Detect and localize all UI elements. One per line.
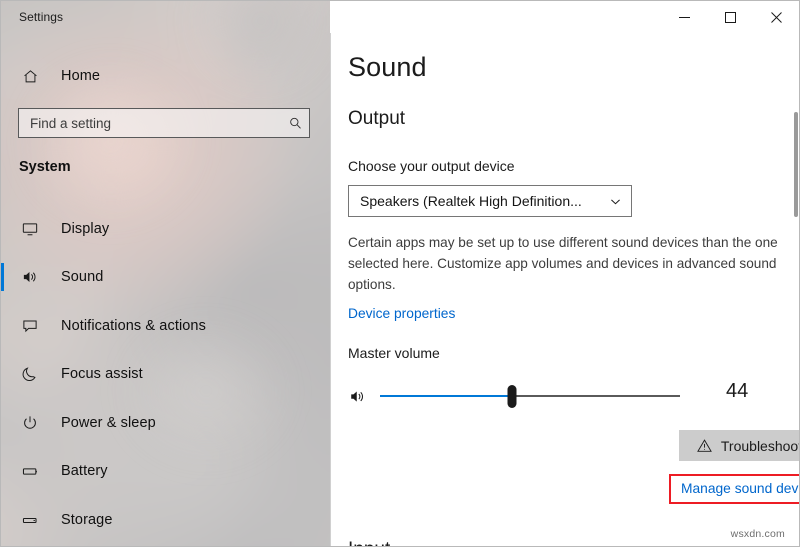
- monitor-icon: [15, 220, 45, 238]
- main-content-pane: Sound Output Choose your output device S…: [330, 1, 799, 546]
- sidebar-item-home[interactable]: Home: [1, 54, 330, 98]
- sidebar-item-notifications-and-actions[interactable]: Notifications & actions: [1, 304, 330, 348]
- sidebar-item-storage[interactable]: Storage: [1, 498, 330, 542]
- sidebar-item-label: Battery: [61, 463, 108, 479]
- sidebar-item-sound[interactable]: Sound: [1, 255, 330, 299]
- master-volume-row: [348, 379, 778, 413]
- output-device-label: Choose your output device: [348, 158, 515, 174]
- sidebar-item-power-and-sleep[interactable]: Power & sleep: [1, 401, 330, 445]
- sidebar-item-display[interactable]: Display: [1, 207, 330, 251]
- troubleshoot-button-label: Troubleshoot: [720, 437, 800, 454]
- sidebar-item-label: Home: [61, 68, 101, 84]
- drive-icon: [15, 511, 45, 530]
- master-volume-label: Master volume: [348, 345, 440, 361]
- sidebar-item-label: Power & sleep: [61, 415, 156, 431]
- speaker-icon: [15, 268, 45, 286]
- input-section-title: Input: [348, 539, 390, 546]
- output-section-title: Output: [348, 108, 406, 129]
- selected-indicator: [1, 263, 4, 291]
- power-icon: [15, 414, 45, 432]
- troubleshoot-button[interactable]: Troubleshoot: [679, 430, 800, 461]
- device-properties-link[interactable]: Device properties: [348, 306, 455, 321]
- main-scrollbar[interactable]: [792, 34, 799, 546]
- sidebar-item-focus-assist[interactable]: Focus assist: [1, 352, 330, 396]
- manage-sound-devices-link[interactable]: Manage sound devices: [681, 481, 799, 496]
- sidebar-item-label: Display: [61, 221, 110, 237]
- minimize-button[interactable]: [661, 1, 707, 33]
- highlight-box: Manage sound devices: [669, 474, 799, 504]
- page-title: Sound: [348, 52, 427, 82]
- main-scrollbar-thumb[interactable]: [794, 112, 798, 217]
- maximize-button[interactable]: [707, 1, 753, 33]
- sidebar-item-label: Storage: [61, 512, 113, 528]
- output-device-selected-value: Speakers (Realtek High Definition...: [360, 193, 582, 209]
- warning-triangle-icon: [697, 438, 712, 453]
- chevron-down-icon: [609, 195, 622, 208]
- chat-bubble-icon: [15, 317, 45, 335]
- sidebar: Settings Home Find a setting System Disp…: [1, 1, 330, 546]
- speaker-icon[interactable]: [348, 387, 376, 406]
- master-volume-value: 44: [726, 380, 749, 402]
- search-setting-box[interactable]: [18, 108, 310, 138]
- sidebar-item-label: Notifications & actions: [61, 318, 206, 334]
- battery-icon: [15, 462, 45, 481]
- home-icon: [15, 68, 45, 85]
- sidebar-item-battery[interactable]: Battery: [1, 449, 330, 493]
- app-title: Settings: [19, 10, 64, 24]
- sidebar-item-label: Focus assist: [61, 366, 143, 382]
- pane-divider: [330, 1, 331, 546]
- slider-thumb[interactable]: [507, 384, 517, 408]
- close-button[interactable]: [753, 1, 799, 33]
- window-titlebar: [330, 1, 799, 33]
- master-volume-slider[interactable]: [380, 384, 680, 408]
- output-description: Certain apps may be set up to use differ…: [348, 235, 778, 292]
- sidebar-group-header: System: [19, 159, 71, 175]
- search-input[interactable]: [19, 115, 281, 131]
- settings-window: Settings Home Find a setting System Disp…: [0, 0, 800, 547]
- search-icon[interactable]: [281, 116, 309, 131]
- moon-icon: [15, 365, 45, 383]
- output-device-dropdown[interactable]: Speakers (Realtek High Definition...: [348, 185, 632, 217]
- watermark: wsxdn.com: [730, 528, 785, 540]
- sidebar-item-label: Sound: [61, 269, 104, 285]
- slider-track-fill: [380, 395, 512, 397]
